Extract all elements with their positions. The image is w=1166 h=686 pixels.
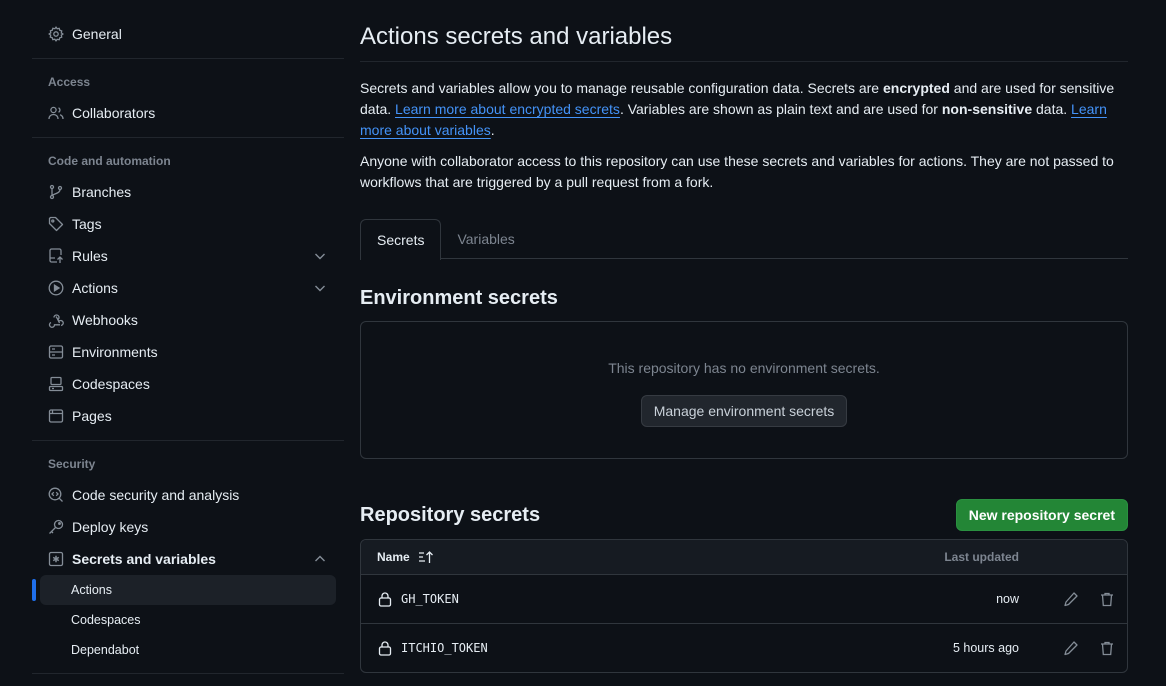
environment-secrets-title: Environment secrets [360, 287, 558, 309]
sidebar-item-label: Environments [72, 344, 158, 360]
sidebar-item-branches[interactable]: Branches [32, 176, 344, 208]
tab-variables[interactable]: Variables [441, 219, 530, 259]
settings-page: General Access Collaborators Code and au… [0, 0, 1166, 686]
trash-icon[interactable] [1099, 591, 1115, 607]
secret-name: GH_TOKEN [401, 592, 459, 606]
key-icon [48, 519, 64, 535]
sidebar-item-general[interactable]: General [32, 18, 344, 50]
settings-sidebar: General Access Collaborators Code and au… [32, 0, 344, 682]
sidebar-divider [32, 440, 344, 441]
environment-secrets-box: This repository has no environment secre… [360, 321, 1128, 459]
sidebar-divider [32, 673, 344, 674]
sort-ascending-icon[interactable] [418, 549, 434, 565]
sidebar-item-pages[interactable]: Pages [32, 400, 344, 432]
table-row: GH_TOKEN now [361, 575, 1127, 624]
sidebar-divider [32, 58, 344, 59]
empty-state-text: This repository has no environment secre… [608, 360, 880, 376]
sidebar-subitem-codespaces[interactable]: Codespaces [40, 605, 336, 635]
sidebar-item-webhooks[interactable]: Webhooks [32, 304, 344, 336]
sidebar-item-label: Webhooks [72, 312, 138, 328]
table-header: Name Last updated [361, 540, 1127, 575]
learn-more-secrets-link[interactable]: Learn more about encrypted secrets [395, 101, 620, 117]
sidebar-item-label: Rules [72, 248, 108, 264]
sidebar-item-secrets-variables[interactable]: Secrets and variables [32, 543, 344, 575]
asterisk-icon [48, 551, 64, 567]
sidebar-item-label: Secrets and variables [72, 551, 216, 567]
secret-name-cell: GH_TOKEN [361, 591, 859, 607]
sidebar-heading-code-automation: Code and automation [48, 154, 171, 168]
codespaces-icon [48, 376, 64, 392]
gear-icon [48, 26, 64, 42]
main-content: Actions secrets and variables Secrets an… [360, 0, 1128, 673]
sidebar-item-collaborators[interactable]: Collaborators [32, 97, 344, 129]
rules-icon [48, 248, 64, 264]
play-icon [48, 280, 64, 296]
column-name-label: Name [377, 550, 410, 564]
sidebar-subitem-dependabot[interactable]: Dependabot [40, 635, 336, 665]
sidebar-item-label: Codespaces [72, 376, 150, 392]
tab-bar: Secrets Variables [360, 219, 1128, 260]
sidebar-heading-access: Access [48, 75, 91, 89]
description-text: data. [1032, 101, 1072, 117]
description-text: . Variables are shown as plain text and … [619, 101, 942, 117]
description-bold: non-sensitive [941, 101, 1033, 117]
chevron-up-icon[interactable] [312, 551, 328, 567]
sidebar-item-environments[interactable]: Environments [32, 336, 344, 368]
sidebar-item-tags[interactable]: Tags [32, 208, 344, 240]
lock-icon [377, 591, 393, 607]
codescan-icon [48, 487, 64, 503]
sidebar-divider [32, 137, 344, 138]
row-actions [1043, 591, 1127, 607]
collaborator-note: Anyone with collaborator access to this … [360, 153, 1114, 190]
description-text: Secrets and variables allow you to manag… [360, 80, 883, 96]
sidebar-item-label: Code security and analysis [72, 487, 240, 503]
pencil-icon[interactable] [1063, 591, 1079, 607]
browser-icon [48, 408, 64, 424]
sidebar-item-label: Actions [72, 280, 118, 296]
sidebar-item-actions[interactable]: Actions [32, 272, 344, 304]
secret-name: ITCHIO_TOKEN [401, 641, 488, 655]
secrets-table: Name Last updated GH_TOKEN now ITCHIO_TO… [360, 539, 1128, 673]
column-header-name: Name [361, 549, 859, 565]
chevron-down-icon[interactable] [312, 248, 328, 264]
chevron-down-icon[interactable] [312, 280, 328, 296]
row-actions [1043, 640, 1127, 656]
column-header-last-updated: Last updated [944, 550, 1019, 564]
sidebar-item-label: General [72, 26, 122, 42]
last-updated: 5 hours ago [952, 641, 1019, 655]
tag-icon [48, 216, 64, 232]
manage-environment-secrets-button[interactable]: Manage environment secrets [640, 395, 848, 427]
pencil-icon[interactable] [1063, 640, 1079, 656]
tab-secrets[interactable]: Secrets [360, 219, 442, 260]
description: Secrets and variables allow you to manag… [360, 78, 1128, 141]
sidebar-item-deploy-keys[interactable]: Deploy keys [32, 511, 344, 543]
sidebar-subitem-actions[interactable]: Actions [32, 575, 336, 605]
sidebar-item-label: Pages [72, 408, 112, 424]
new-repository-secret-button[interactable]: New repository secret [955, 499, 1128, 531]
webhook-icon [48, 312, 64, 328]
sidebar-item-code-security[interactable]: Code security and analysis [32, 479, 344, 511]
sidebar-item-codespaces[interactable]: Codespaces [32, 368, 344, 400]
page-title: Actions secrets and variables [360, 0, 1128, 62]
sidebar-heading-security: Security [48, 457, 96, 471]
trash-icon[interactable] [1099, 640, 1115, 656]
description-bold: encrypted [882, 80, 950, 96]
sidebar-item-label: Deploy keys [72, 519, 149, 535]
sidebar-item-label: Branches [72, 184, 132, 200]
description-text: . [490, 122, 495, 138]
sidebar-item-rules[interactable]: Rules [32, 240, 344, 272]
sidebar-item-label: Collaborators [72, 105, 156, 121]
repository-secrets-title: Repository secrets [360, 504, 541, 526]
people-icon [48, 105, 64, 121]
repository-secrets-header: Repository secrets New repository secret [360, 499, 1128, 531]
last-updated: now [996, 592, 1019, 606]
server-icon [48, 344, 64, 360]
secret-name-cell: ITCHIO_TOKEN [361, 640, 859, 656]
sidebar-item-label: Tags [72, 216, 102, 232]
lock-icon [377, 640, 393, 656]
table-row: ITCHIO_TOKEN 5 hours ago [361, 624, 1127, 672]
git-branch-icon [48, 184, 64, 200]
